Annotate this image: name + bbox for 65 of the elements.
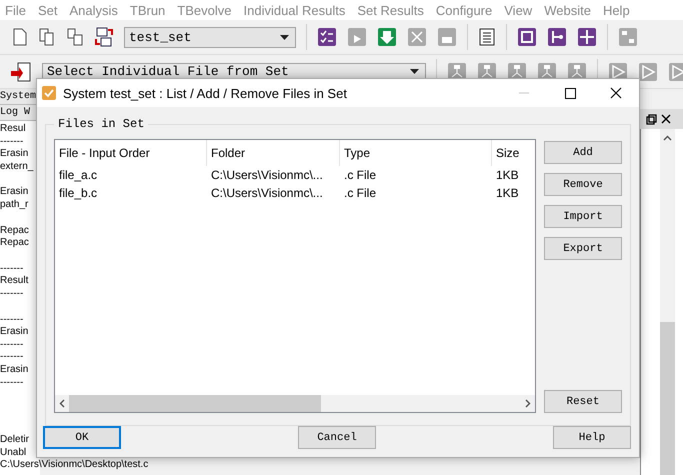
duplicate-icon[interactable] — [66, 28, 84, 46]
log-line: Deletir — [0, 434, 29, 447]
app-icon — [41, 85, 57, 101]
checklist-icon[interactable] — [317, 27, 337, 47]
log-line: Result — [0, 275, 28, 288]
scrollbar[interactable] — [660, 129, 675, 475]
group-label: Files in Set — [57, 117, 146, 131]
log-line: C:\Users\Visionmc\Desktop\test.c — [0, 459, 148, 472]
scroll-up-icon[interactable] — [663, 135, 672, 141]
log-line: Erasin — [0, 186, 28, 199]
set-combo[interactable]: test_set — [124, 26, 296, 48]
scroll-right-icon[interactable] — [525, 399, 531, 408]
log-line: ------- — [0, 262, 24, 276]
log-line: path_r — [0, 198, 28, 212]
scroll-left-icon[interactable] — [59, 399, 65, 408]
log-line: Unabl — [0, 446, 26, 460]
dropdown-arrow-icon[interactable] — [280, 34, 289, 40]
horizontal-scrollbar[interactable] — [55, 395, 535, 412]
list-cell-text: file_a.c — [58, 167, 98, 184]
column-header[interactable]: File - Input Order — [55, 140, 207, 166]
list-cell-text: file_b.c — [58, 185, 98, 202]
log-line: ------- — [0, 314, 24, 326]
dialog-button[interactable]: OK — [43, 426, 121, 449]
column-header[interactable]: Type — [340, 140, 492, 166]
log-line: Resul — [0, 123, 26, 136]
log-line: extern_ — [0, 160, 34, 174]
close-icon[interactable] — [661, 114, 671, 124]
log-line: Repac — [0, 224, 29, 238]
tree-icon[interactable] — [547, 27, 567, 47]
dropdown-arrow-icon[interactable] — [410, 69, 419, 74]
log-line: Repac — [0, 237, 29, 250]
log-line: Erasin — [0, 326, 28, 339]
log-line: ------- — [0, 338, 24, 352]
copy-icon[interactable] — [38, 28, 56, 46]
list-icon[interactable] — [478, 27, 496, 47]
dialog-title: System test_set : List / Add / Remove Files in Set — [63, 86, 347, 100]
log-line: ------- — [0, 288, 24, 301]
reset-button[interactable]: Reset — [544, 390, 622, 413]
report-icon[interactable] — [10, 60, 32, 82]
log-line: ------- — [0, 376, 24, 390]
log-line: Erasin — [0, 364, 28, 376]
dialog-button[interactable]: Help — [553, 426, 631, 449]
list-cell-text: 1KB — [495, 167, 520, 184]
restore-icon[interactable] — [646, 114, 657, 124]
new-file-icon[interactable] — [12, 28, 28, 46]
dialog-button[interactable]: Cancel — [298, 426, 376, 449]
crosshair-icon[interactable] — [577, 27, 597, 47]
download-icon[interactable] — [377, 27, 397, 47]
list-cell-text: C:\Users\Visionmc\... — [210, 185, 324, 202]
list-cell-text: 1KB — [495, 185, 520, 202]
swap-icon[interactable] — [94, 27, 114, 47]
log-line: ------- — [0, 136, 24, 148]
column-header[interactable]: Size — [492, 140, 535, 166]
log-line: ------- — [0, 351, 24, 364]
list-cell-text: .c File — [343, 185, 378, 202]
column-header[interactable]: Folder — [207, 140, 340, 166]
play-outline-icon[interactable] — [638, 62, 658, 82]
list-cell-text: .c File — [343, 167, 378, 184]
log-line: Erasin — [0, 148, 28, 161]
side-button[interactable]: Export — [544, 237, 622, 260]
file-list[interactable]: File - Input Order Folder Type Size file_a.c C:\Users\Visionmc\... .c File 1KB file_b.c C:\Users\Visionmc\... .c File 1KB — [54, 139, 536, 413]
side-button[interactable]: Add — [544, 141, 622, 164]
side-button[interactable]: Import — [544, 205, 622, 228]
side-button[interactable]: Remove — [544, 173, 622, 196]
list-cell-text: C:\Users\Visionmc\... — [210, 167, 324, 184]
